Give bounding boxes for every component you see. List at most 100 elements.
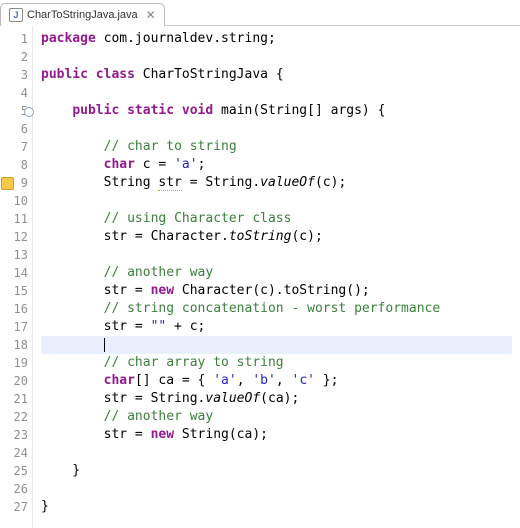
code-line[interactable]: // another way xyxy=(41,264,512,282)
close-icon[interactable]: ✕ xyxy=(146,8,156,22)
line-number: 20 xyxy=(2,372,28,390)
line-number: 8 xyxy=(2,156,28,174)
line-number: 12 xyxy=(2,228,28,246)
token-plain: [] ca = { xyxy=(135,373,213,388)
token-static: valueOf xyxy=(260,175,315,190)
editor-tab[interactable]: CharToStringJava.java ✕ xyxy=(0,3,165,26)
code-line[interactable]: // char array to string xyxy=(41,354,512,372)
line-number: 26 xyxy=(2,480,28,498)
token-string: 'c' xyxy=(292,373,315,388)
code-line[interactable]: String str = String.valueOf(c); xyxy=(41,174,512,192)
token-plain: c = xyxy=(135,157,174,172)
code-line[interactable]: str = "" + c; xyxy=(41,318,512,336)
editor-area[interactable]: 1234567891011121314151617181920212223242… xyxy=(0,26,520,528)
token-plain xyxy=(119,103,127,118)
token-plain xyxy=(41,337,104,352)
code-line[interactable] xyxy=(41,120,512,138)
token-static: toString xyxy=(229,229,292,244)
line-number-gutter: 1234567891011121314151617181920212223242… xyxy=(0,26,33,528)
line-number: 7 xyxy=(2,138,28,156)
token-kw: static xyxy=(127,103,174,118)
line-number: 15 xyxy=(2,282,28,300)
line-number: 13 xyxy=(2,246,28,264)
code-line[interactable]: char[] ca = { 'a', 'b', 'c' }; xyxy=(41,372,512,390)
code-line[interactable]: package com.journaldev.string; xyxy=(41,30,512,48)
token-kw: package xyxy=(41,31,96,46)
token-plain: (c); xyxy=(291,229,322,244)
token-plain: str = Character. xyxy=(41,229,229,244)
token-kw: new xyxy=(151,427,174,442)
code-line[interactable]: public static void main(String[] args) { xyxy=(41,102,512,120)
code-line[interactable] xyxy=(41,444,512,462)
code-line[interactable] xyxy=(41,336,512,354)
tab-bar: CharToStringJava.java ✕ xyxy=(0,0,520,26)
token-plain: + c; xyxy=(166,319,205,334)
code-line[interactable]: str = new String(ca); xyxy=(41,426,512,444)
code-line[interactable] xyxy=(41,480,512,498)
line-number: 3 xyxy=(2,66,28,84)
code-line[interactable]: // using Character class xyxy=(41,210,512,228)
token-kw: public xyxy=(72,103,119,118)
line-number: 23 xyxy=(2,426,28,444)
token-string: 'a' xyxy=(213,373,236,388)
code-line[interactable]: // another way xyxy=(41,408,512,426)
token-string: 'b' xyxy=(252,373,275,388)
code-line[interactable]: str = String.valueOf(ca); xyxy=(41,390,512,408)
code-line[interactable]: char c = 'a'; xyxy=(41,156,512,174)
token-plain: , xyxy=(237,373,253,388)
token-plain xyxy=(41,355,104,370)
code-line[interactable]: // string concatenation - worst performa… xyxy=(41,300,512,318)
code-content[interactable]: package com.journaldev.string; public cla… xyxy=(33,26,520,528)
token-comment: // using Character class xyxy=(104,211,292,226)
code-line[interactable]: } xyxy=(41,498,512,516)
token-plain xyxy=(174,103,182,118)
code-line[interactable]: } xyxy=(41,462,512,480)
code-line[interactable] xyxy=(41,84,512,102)
code-line[interactable]: str = new Character(c).toString(); xyxy=(41,282,512,300)
token-plain: Character(c).toString(); xyxy=(174,283,370,298)
code-line[interactable]: str = Character.toString(c); xyxy=(41,228,512,246)
token-plain: (ca); xyxy=(260,391,299,406)
tab-filename: CharToStringJava.java xyxy=(27,9,138,21)
token-comment: // char to string xyxy=(104,139,237,154)
token-warnvar: str xyxy=(158,175,181,191)
token-plain: CharToStringJava { xyxy=(135,67,284,82)
token-string: "" xyxy=(151,319,167,334)
token-plain xyxy=(41,409,104,424)
token-plain: String(ca); xyxy=(174,427,268,442)
line-number: 9 xyxy=(2,174,28,192)
token-plain: = String. xyxy=(182,175,260,190)
code-line[interactable]: // char to string xyxy=(41,138,512,156)
token-kw: char xyxy=(104,373,135,388)
code-line[interactable]: public class CharToStringJava { xyxy=(41,66,512,84)
line-number: 22 xyxy=(2,408,28,426)
code-line[interactable] xyxy=(41,246,512,264)
code-line[interactable] xyxy=(41,192,512,210)
token-kw: class xyxy=(96,67,135,82)
token-plain: str = xyxy=(41,319,151,334)
token-plain: str = xyxy=(41,427,151,442)
line-number: 18 xyxy=(2,336,28,354)
token-plain xyxy=(41,103,72,118)
token-comment: // string concatenation - worst performa… xyxy=(104,301,441,316)
token-plain xyxy=(41,211,104,226)
token-plain xyxy=(41,373,104,388)
line-number: 6 xyxy=(2,120,28,138)
code-line[interactable] xyxy=(41,48,512,66)
line-number: 24 xyxy=(2,444,28,462)
line-number: 2 xyxy=(2,48,28,66)
token-static: valueOf xyxy=(205,391,260,406)
line-number: 10 xyxy=(2,192,28,210)
token-plain: main(String[] args) { xyxy=(213,103,385,118)
token-plain xyxy=(41,301,104,316)
token-plain: ; xyxy=(198,157,206,172)
token-plain: com.journaldev.string; xyxy=(96,31,276,46)
token-plain xyxy=(41,139,104,154)
line-number: 11 xyxy=(2,210,28,228)
line-number: 16 xyxy=(2,300,28,318)
token-plain xyxy=(41,265,104,280)
token-plain: }; xyxy=(315,373,338,388)
token-kw: void xyxy=(182,103,213,118)
token-plain: str = xyxy=(41,283,151,298)
token-plain: (c); xyxy=(315,175,346,190)
